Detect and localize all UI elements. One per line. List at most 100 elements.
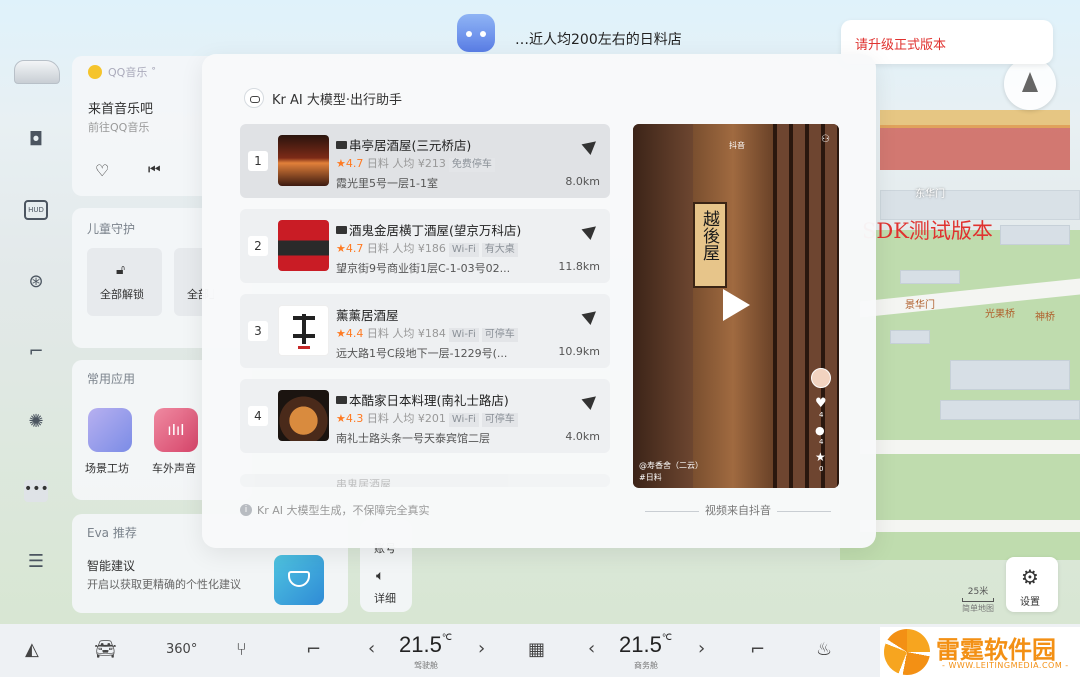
previous-track-icon[interactable]: ⏮ — [148, 162, 161, 178]
compass-button[interactable] — [1004, 58, 1056, 110]
play-icon[interactable] — [723, 289, 750, 321]
star-icon[interactable]: ★ — [815, 450, 826, 464]
music-app-name: QQ音乐 ˚ — [108, 66, 157, 79]
item-index: 3 — [248, 321, 268, 341]
eva-desc: 开启以获取更精确的个性化建议 — [87, 578, 241, 591]
settings-button[interactable]: ⚙ 设置 — [1006, 557, 1058, 612]
upgrade-notice[interactable]: 请升级正式版本 — [841, 20, 1053, 64]
passenger-label: 商务舱 — [634, 661, 658, 670]
diamond-icon — [274, 555, 324, 605]
music-subtitle: 前往QQ音乐 — [88, 121, 150, 134]
poi-label[interactable]: 光果桥 — [985, 305, 1015, 320]
speaker-icon: 🔈︎ — [376, 568, 385, 584]
apps-title: 常用应用 — [87, 372, 136, 386]
navigate-icon[interactable] — [581, 220, 601, 241]
driver-temp-down[interactable]: ‹ — [368, 638, 375, 659]
home-icon[interactable]: ◭ — [25, 639, 39, 660]
steering-wheel-icon[interactable]: ⊛ — [24, 270, 48, 294]
poi-label[interactable]: 景华门 — [905, 296, 935, 311]
sdk-watermark: SDK测试版本 — [862, 219, 993, 243]
comment-icon[interactable]: ● — [815, 424, 825, 437]
star-count: 0 — [819, 465, 824, 473]
shop-sign: 越後屋 — [693, 202, 727, 288]
restaurant-item[interactable]: 1 串亭居酒屋(三元桥店) ★4.7 日料 人均 ¥213 免费停车 霞光里5号一… — [240, 124, 610, 198]
item-index: 4 — [248, 406, 268, 426]
car-icon[interactable]: 🚘︎ — [94, 639, 117, 660]
disclaimer-text: Kr AI 大模型生成，不保障完全真实 — [257, 504, 430, 517]
more-button[interactable]: ••• — [24, 480, 49, 502]
item-index: 1 — [248, 151, 268, 171]
brand-logo-icon — [884, 629, 930, 675]
unlock-all-label: 全部解锁 — [100, 288, 144, 301]
navigate-icon[interactable] — [581, 135, 601, 156]
restaurant-distance: 4.0km — [565, 430, 600, 443]
restaurant-address: 霞光里5号一层1-1室 — [336, 177, 438, 190]
gear-icon: ⚙ — [1021, 565, 1039, 589]
north-arrow-icon — [1022, 72, 1038, 92]
like-icon[interactable]: ♥ — [815, 396, 827, 411]
qq-music-icon — [88, 65, 102, 79]
child-guard-title: 儿童守护 — [87, 222, 136, 236]
camera-icon[interactable]: ◘ — [24, 128, 48, 152]
restaurant-name: 串鬼居酒屋 — [336, 478, 391, 487]
restaurant-distance: 11.8km — [558, 260, 600, 273]
music-title: 来首音乐吧 — [88, 102, 154, 117]
scale-value: 25米 — [967, 587, 989, 597]
passenger-seat-icon[interactable]: ⌐ — [750, 639, 765, 660]
restaurant-item[interactable]: 串鬼居酒屋 — [240, 474, 610, 487]
video-player[interactable]: 越後屋 抖音 ⚇ ♥ 4 ● 4 ★ 0 @寿香舍（二云） #日料 — [633, 124, 839, 488]
favorite-icon[interactable]: ♡ — [95, 161, 109, 180]
assistant-dialog: Kr AI 大模型·出行助手 1 串亭居酒屋(三元桥店) ★4.7 日料 人均 … — [202, 54, 876, 548]
restaurant-item[interactable]: 3 薰薰居酒屋 ★4.4 日料 人均 ¥184 Wi-Fi 可停车 远大路1号C段地… — [240, 294, 610, 368]
assistant-header: Kr AI 大模型·出行助手 — [244, 88, 402, 108]
restaurant-thumbnail — [278, 220, 329, 271]
driver-temp: 21.5℃ — [399, 632, 452, 657]
passenger-temp-down[interactable]: ‹ — [588, 638, 595, 659]
driver-label: 驾驶舱 — [414, 661, 438, 670]
brand-name: 雷霆软件园 — [936, 636, 1056, 664]
like-count: 4 — [819, 411, 824, 419]
scene-workshop-label: 场景工坊 — [85, 462, 129, 475]
assistant-avatar-icon[interactable] — [457, 14, 495, 52]
passenger-temp-up[interactable]: › — [698, 638, 705, 659]
restaurant-item[interactable]: 4 本酷家日本料理(南礼士路店) ★4.3 日料 人均 ¥201 Wi-Fi 可停车… — [240, 379, 610, 453]
info-icon: i — [240, 504, 252, 516]
detail-label: 详细 — [374, 592, 396, 605]
exterior-sound-label: 车外声音 — [152, 462, 196, 475]
camera-360-icon[interactable]: 360° — [166, 642, 197, 657]
seat-adjust-icon[interactable]: ⑂ — [236, 639, 247, 660]
menu-list-icon[interactable]: ☰ — [24, 550, 48, 574]
author-avatar[interactable] — [811, 368, 831, 388]
navigate-icon[interactable] — [581, 390, 601, 411]
apps-grid-icon[interactable]: ▦ — [528, 639, 545, 660]
video-user-icon[interactable]: ⚇ — [821, 134, 830, 145]
unlock-icon: 🔓︎ — [116, 262, 126, 278]
poi-label[interactable]: 神桥 — [1035, 308, 1055, 323]
defrost-icon[interactable]: ♨ — [816, 639, 832, 660]
hud-icon[interactable]: HUD — [24, 200, 48, 220]
poi-label[interactable]: 东华门 — [915, 185, 945, 200]
disclaimer: i Kr AI 大模型生成，不保障完全真实 — [240, 502, 430, 518]
restaurant-item[interactable]: 2 酒鬼金居横丁酒屋(望京万科店) ★4.7 日料 人均 ¥186 Wi-Fi 有大… — [240, 209, 610, 283]
comment-count: 4 — [819, 438, 824, 446]
brand-watermark: 雷霆软件园 - WWW.LEITINGMEDIA.COM - — [880, 627, 1080, 677]
restaurant-meta: ★4.4 日料 人均 ¥184 Wi-Fi 可停车 — [336, 325, 518, 342]
car-avatar-icon[interactable] — [14, 60, 60, 84]
map-scale: 25米 简单地图 — [958, 584, 998, 614]
driver-temp-up[interactable]: › — [478, 638, 485, 659]
light-icon[interactable]: ✺ — [24, 410, 48, 434]
restaurant-meta: ★4.7 日料 人均 ¥213 免费停车 — [336, 155, 495, 172]
scale-note: 简单地图 — [962, 604, 994, 613]
unlock-all-button[interactable]: 🔓︎ 全部解锁 — [87, 248, 162, 316]
restaurant-address: 南礼士路头条一号天泰宾馆二层 — [336, 432, 490, 445]
navigate-icon[interactable] — [581, 305, 601, 326]
seat-icon[interactable]: ⌐ — [24, 340, 48, 364]
scene-workshop-app[interactable]: 场景工坊 — [85, 408, 135, 478]
restaurant-thumbnail — [278, 305, 329, 356]
restaurant-name: 酒鬼金居横丁酒屋(望京万科店) — [336, 220, 521, 239]
seat-recline-icon[interactable]: ⌐ — [306, 639, 321, 660]
video-author: @寿香舍（二云） — [639, 461, 703, 470]
restaurant-address: 望京街9号商业街1层C-1-03号02... — [336, 262, 511, 275]
assistant-title: Kr AI 大模型·出行助手 — [272, 92, 402, 108]
upgrade-text: 请升级正式版本 — [855, 38, 947, 53]
